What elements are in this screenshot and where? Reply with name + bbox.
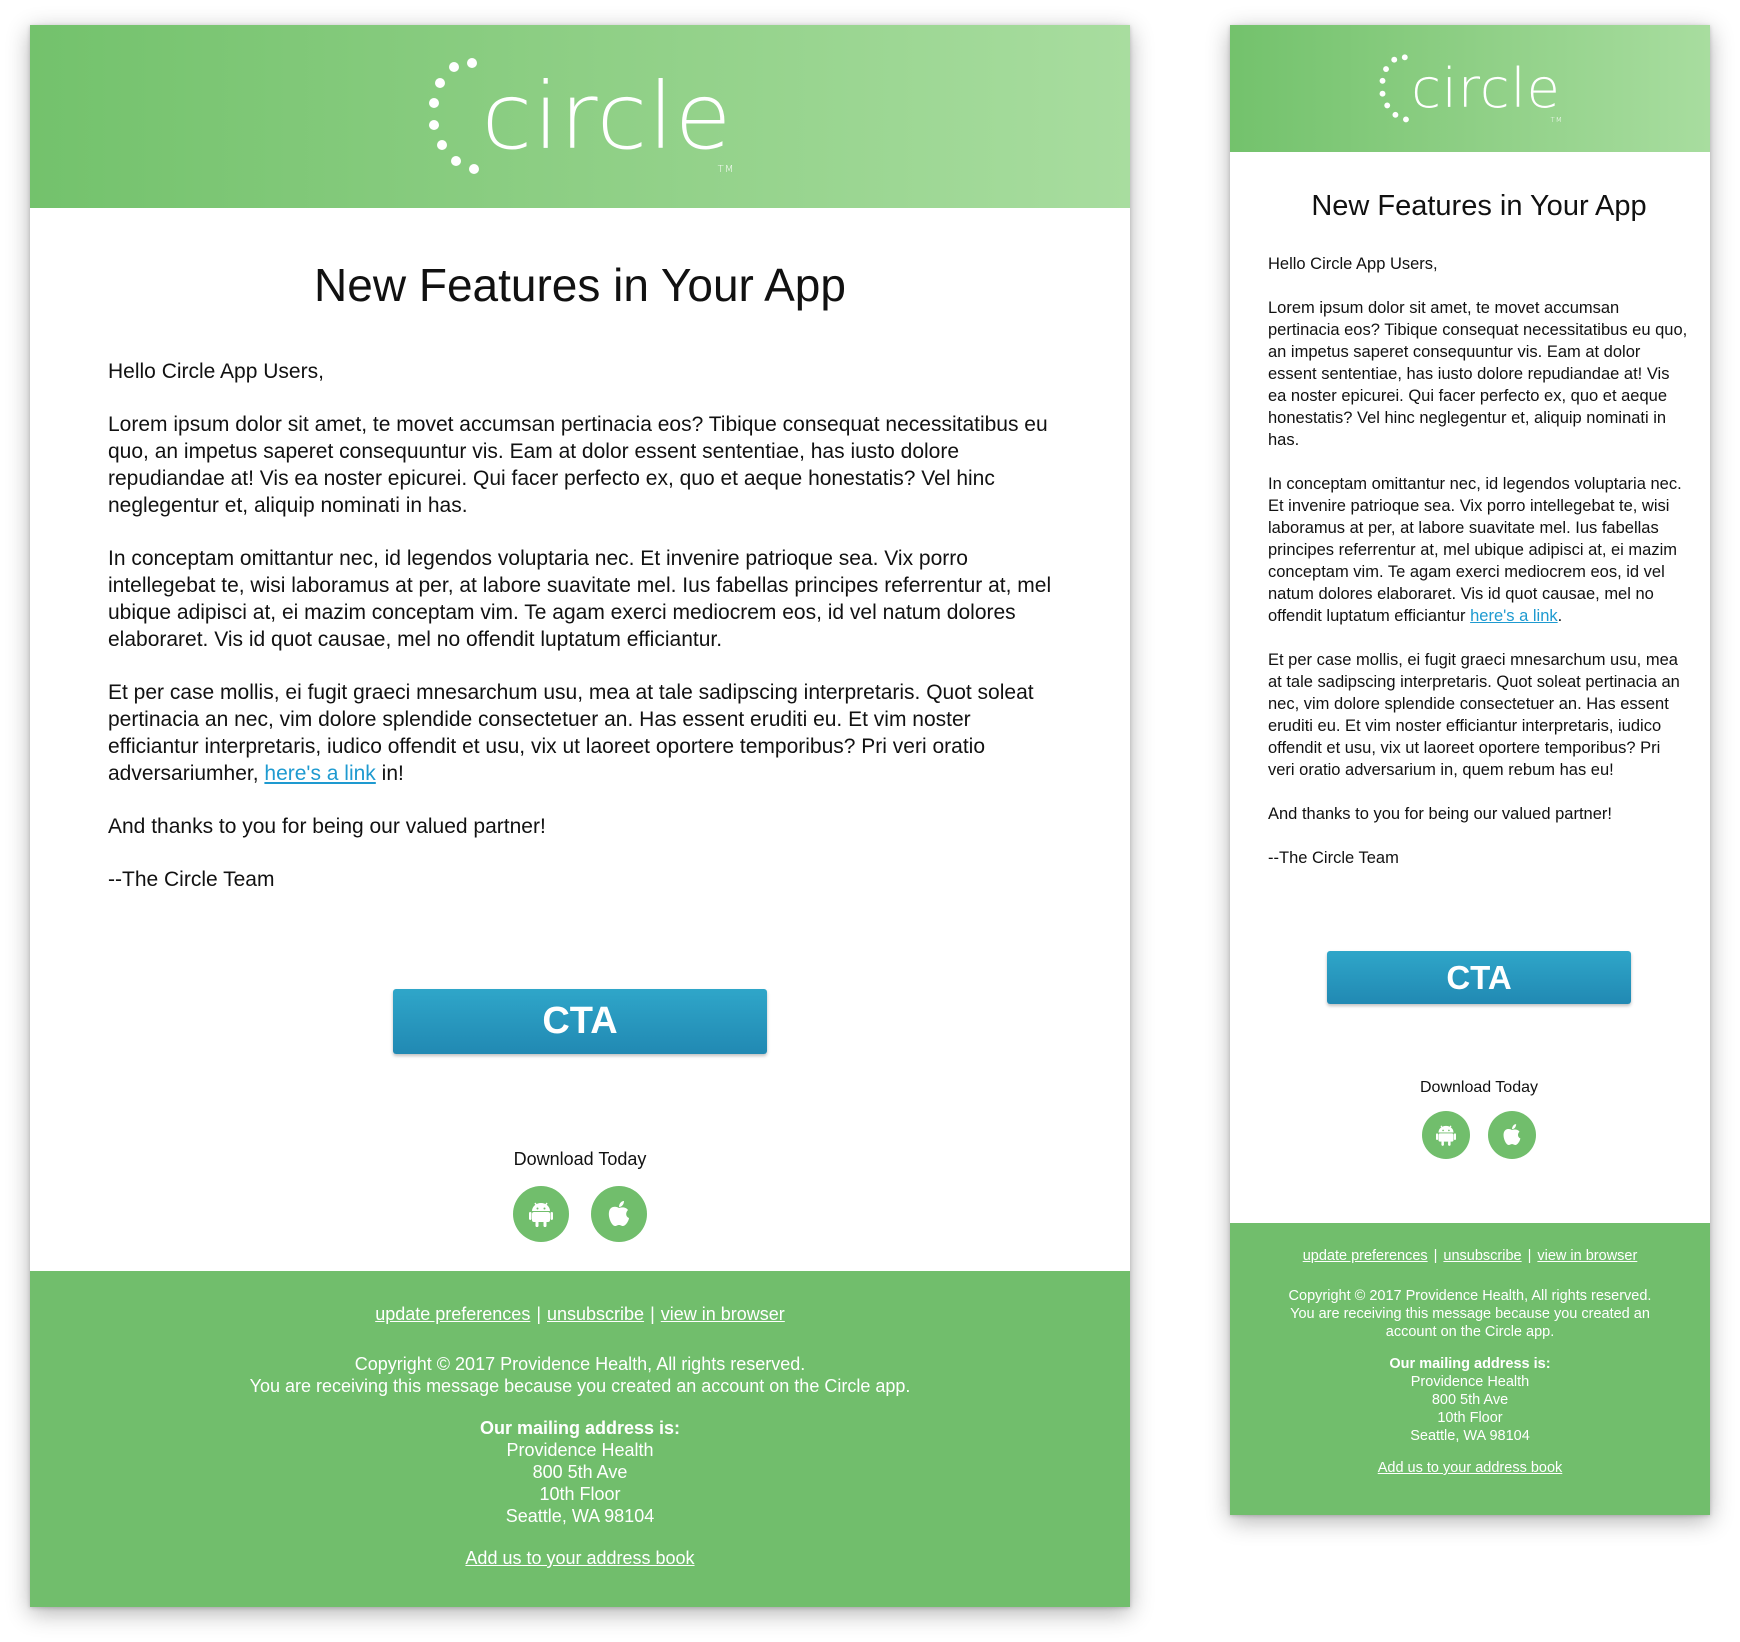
download-label: Download Today <box>513 1149 647 1169</box>
mailing-address: Our mailing address is: Providence Healt… <box>1230 1355 1710 1445</box>
reason-text: You are receiving this message because y… <box>1290 1306 1650 1340</box>
email-header: circle TM <box>30 25 1130 208</box>
update-preferences-link[interactable]: update preferences <box>375 1304 530 1324</box>
link-separator: | <box>536 1304 541 1324</box>
mailing-address: Our mailing address is: Providence Healt… <box>30 1417 1130 1527</box>
apple-store-button[interactable] <box>591 1186 647 1242</box>
update-preferences-link[interactable]: update preferences <box>1303 1248 1428 1264</box>
footer-links: update preferences | unsubscribe | view in b… <box>30 1303 1130 1325</box>
email-preview-desktop: circle TM New Features in Your App Hello … <box>30 25 1130 1607</box>
trademark-mark: TM <box>717 163 735 175</box>
inline-link[interactable]: here's a link <box>1470 607 1558 625</box>
email-preview-mobile: circle TM New Features in Your App Hello … <box>1230 25 1710 1515</box>
email-body: New Features in Your App Hello Circle Ap… <box>1230 152 1710 1223</box>
apple-store-button[interactable] <box>1488 1111 1536 1159</box>
address-book-link[interactable]: Add us to your address book <box>1378 1460 1563 1476</box>
android-icon <box>529 1202 553 1227</box>
address-line: Seattle, WA 98104 <box>1410 1428 1530 1444</box>
store-buttons <box>108 1186 1052 1242</box>
email-footer: update preferences | unsubscribe | view in b… <box>30 1271 1130 1607</box>
android-icon <box>1436 1125 1456 1146</box>
paragraph-2-text: In conceptam omittantur nec, id legendos… <box>1268 475 1682 625</box>
android-store-button[interactable] <box>1422 1111 1470 1159</box>
logo-wordmark: circle TM <box>1411 56 1563 124</box>
thanks-line: And thanks to you for being our valued p… <box>1268 805 1612 823</box>
link-separator: | <box>1527 1248 1532 1264</box>
unsubscribe-link[interactable]: unsubscribe <box>547 1304 644 1324</box>
address-line: Providence Health <box>506 1440 654 1460</box>
circle-logo: circle TM <box>428 55 733 179</box>
view-in-browser-link[interactable]: view in browser <box>661 1304 785 1324</box>
store-buttons <box>1268 1111 1690 1159</box>
address-line: 800 5th Ave <box>532 1462 628 1482</box>
download-label: Download Today <box>1419 1079 1538 1096</box>
circle-logo: circle TM <box>1379 52 1563 126</box>
cta-container: CTA <box>1268 951 1690 1004</box>
address-book-row: Add us to your address book <box>1230 1459 1710 1477</box>
paragraph-3: Et per case mollis, ei fugit graeci mnes… <box>1268 651 1680 779</box>
android-store-button[interactable] <box>513 1186 569 1242</box>
inline-link[interactable]: here's a link <box>264 762 375 785</box>
dot-ring-icon <box>1379 53 1410 122</box>
copyright-text: Copyright © 2017 Providence Health, All … <box>1288 1288 1652 1304</box>
copyright-text: Copyright © 2017 Providence Health, All … <box>354 1354 806 1374</box>
view-in-browser-link[interactable]: view in browser <box>1537 1248 1637 1264</box>
paragraph-2: In conceptam omittantur nec, id legendos… <box>1268 473 1690 627</box>
address-line: Providence Health <box>1410 1374 1530 1390</box>
thanks-line: And thanks to you for being our valued p… <box>108 815 546 838</box>
address-line: 10th Floor <box>1437 1410 1503 1426</box>
paragraph-3: Et per case mollis, ei fugit graeci mnes… <box>108 679 1052 787</box>
signoff: --The Circle Team <box>1268 849 1399 867</box>
greeting: Hello Circle App Users, <box>108 360 324 383</box>
apple-icon <box>1503 1124 1521 1145</box>
address-line: 10th Floor <box>539 1484 621 1504</box>
logo-wordmark: circle TM <box>481 62 735 175</box>
mailing-heading: Our mailing address is: <box>1389 1356 1551 1372</box>
cta-container: CTA <box>108 989 1052 1054</box>
address-line: 800 5th Ave <box>1431 1392 1509 1408</box>
email-title: New Features in Your App <box>314 259 846 311</box>
email-title: New Features in Your App <box>1311 190 1647 222</box>
email-header: circle TM <box>1230 25 1710 152</box>
paragraph-1: Lorem ipsum dolor sit amet, te movet acc… <box>1268 299 1688 449</box>
greeting: Hello Circle App Users, <box>1268 255 1438 273</box>
footer-links: update preferences | unsubscribe | view in b… <box>1230 1247 1710 1265</box>
address-book-link[interactable]: Add us to your address book <box>465 1548 694 1568</box>
email-body: New Features in Your App Hello Circle Ap… <box>30 208 1130 1271</box>
address-line: Seattle, WA 98104 <box>505 1506 655 1526</box>
address-book-row: Add us to your address book <box>30 1547 1130 1569</box>
download-section: Download Today <box>1268 1079 1690 1159</box>
paragraph-2-tail: . <box>1557 607 1563 625</box>
cta-button[interactable]: CTA <box>393 989 767 1054</box>
trademark-mark: TM <box>1550 115 1563 124</box>
copyright-block: Copyright © 2017 Providence Health, All … <box>1230 1287 1710 1341</box>
link-separator: | <box>1433 1248 1438 1264</box>
link-separator: | <box>650 1304 655 1324</box>
mailing-heading: Our mailing address is: <box>479 1418 681 1438</box>
paragraph-1: Lorem ipsum dolor sit amet, te movet acc… <box>108 413 1048 517</box>
dot-ring-icon <box>428 57 479 174</box>
paragraph-2: In conceptam omittantur nec, id legendos… <box>108 547 1052 651</box>
cta-button[interactable]: CTA <box>1327 951 1631 1004</box>
reason-text: You are receiving this message because y… <box>249 1376 911 1396</box>
signoff: --The Circle Team <box>108 868 275 891</box>
unsubscribe-link[interactable]: unsubscribe <box>1443 1248 1521 1264</box>
paragraph-3-text: Et per case mollis, ei fugit graeci mnes… <box>108 681 1034 785</box>
copyright-block: Copyright © 2017 Providence Health, All … <box>30 1353 1130 1397</box>
download-section: Download Today <box>108 1149 1052 1242</box>
apple-icon <box>608 1201 629 1226</box>
email-footer: update preferences | unsubscribe | view in b… <box>1230 1223 1710 1515</box>
paragraph-3-tail: in! <box>375 762 404 785</box>
